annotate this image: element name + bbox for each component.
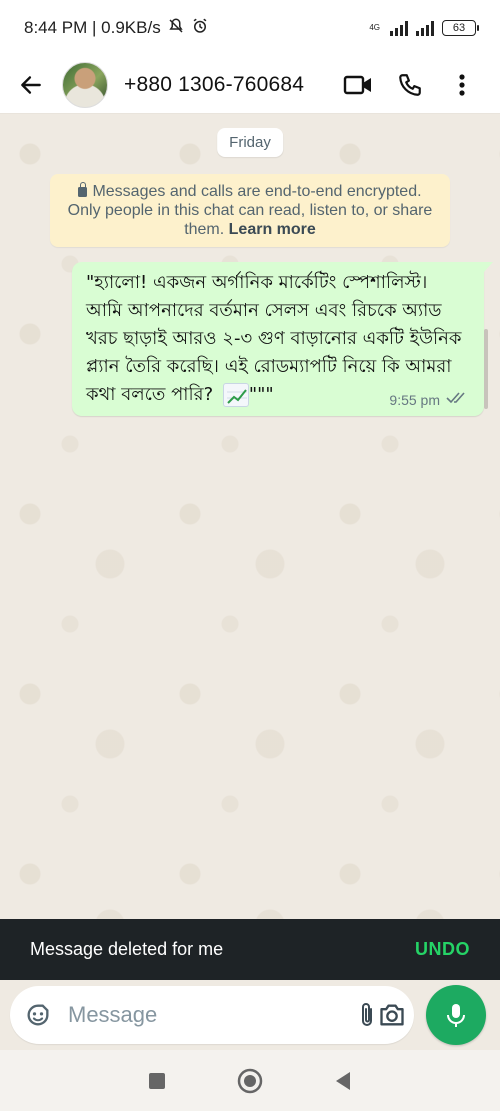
encryption-notice[interactable]: Messages and calls are end-to-end encryp… [50,174,450,247]
status-right: 4G 63 [369,20,479,36]
undo-button[interactable]: UNDO [415,939,470,960]
video-call-icon[interactable] [336,63,380,107]
attach-icon[interactable] [356,995,378,1035]
system-nav-bar [0,1050,500,1111]
message-input[interactable] [68,1002,356,1028]
status-left: 8:44 PM | 0.9KB/s [24,17,209,40]
contact-name[interactable]: +880 1306-760684 [124,73,328,97]
signal-icon-2 [416,20,434,36]
back-nav-icon[interactable] [323,1061,363,1101]
learn-more-link[interactable]: Learn more [229,221,316,238]
voice-call-icon[interactable] [388,63,432,107]
message-composer [0,980,500,1050]
microphone-icon [447,1004,465,1027]
chart-increasing-emoji-icon [222,383,249,407]
message-time: 9:55 pm [389,391,440,408]
home-icon[interactable] [230,1061,270,1101]
sticker-icon[interactable] [24,995,52,1035]
camera-icon[interactable] [378,995,406,1035]
snackbar: Message deleted for me UNDO [0,919,500,980]
snackbar-text: Message deleted for me [30,939,224,959]
more-options-icon[interactable] [440,63,484,107]
outgoing-message-bubble[interactable]: "হ্যালো! একজন অর্গানিক মার্কেটিং স্পেশাল… [72,262,493,416]
chat-header: +880 1306-760684 [0,56,500,114]
chat-area[interactable]: Friday Messages and calls are end-to-end… [0,114,500,919]
message-trailing: """ [248,384,274,405]
alarm-icon [191,17,209,40]
back-arrow-icon[interactable] [14,68,48,102]
status-time-speed: 8:44 PM | 0.9KB/s [24,18,161,37]
message-input-pill [10,986,414,1044]
message-content: "হ্যালো! একজন অর্গানিক মার্কেটিং স্পেশাল… [86,269,472,409]
recents-icon[interactable] [137,1061,177,1101]
read-ticks-icon [446,391,472,408]
status-bar: 8:44 PM | 0.9KB/s 4G 63 [0,0,500,56]
battery-level: 63 [452,22,466,34]
network-type: 4G [369,23,380,32]
scrollbar[interactable] [484,329,488,409]
battery-icon: 63 [442,20,479,36]
microphone-button[interactable] [426,985,486,1045]
message-text: "হ্যালো! একজন অর্গানিক মার্কেটিং স্পেশাল… [86,272,468,405]
date-chip: Friday [217,128,283,157]
lock-icon [78,182,88,197]
signal-icon [390,20,408,36]
muted-bell-icon [167,17,185,40]
avatar[interactable] [62,61,108,108]
